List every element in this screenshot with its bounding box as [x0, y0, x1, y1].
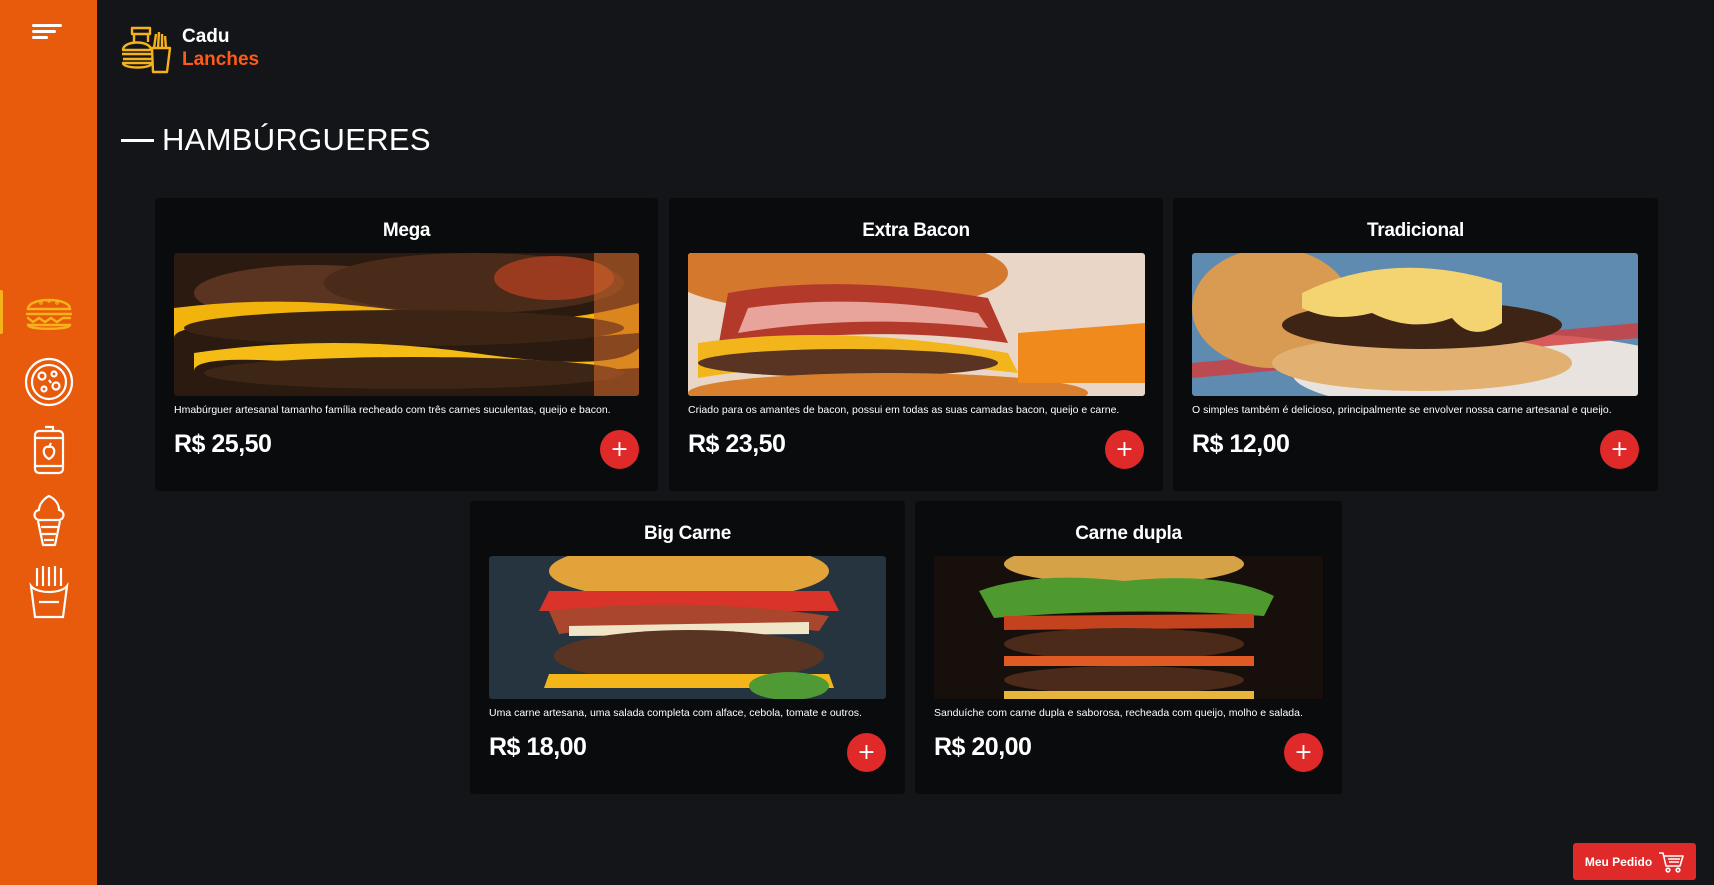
- burger-fries-logo-icon: [121, 26, 172, 74]
- sidebar-item-drinks[interactable]: [0, 421, 97, 481]
- fries-icon: [28, 566, 69, 619]
- product-price: R$ 25,50: [174, 430, 272, 458]
- heading-dash: [121, 138, 154, 142]
- product-image: [934, 556, 1323, 699]
- soda-can-icon: [33, 425, 64, 475]
- product-image: [688, 253, 1145, 396]
- page-title: HAMBÚRGUERES: [162, 122, 431, 157]
- sidebar-item-pizzas[interactable]: [0, 352, 97, 412]
- my-order-button[interactable]: Meu Pedido: [1573, 843, 1696, 880]
- product-description: O simples também é delicioso, principalm…: [1192, 404, 1612, 416]
- product-card-extra-bacon: Extra Bacon Criado para os amantes de ba…: [669, 198, 1163, 491]
- product-card-carne-dupla: Carne dupla Sanduíche com carne dupla e …: [915, 501, 1342, 794]
- product-image: [174, 253, 639, 396]
- product-description: Uma carne artesana, uma salada completa …: [489, 707, 862, 719]
- ice-cream-icon: [32, 494, 65, 547]
- product-price: R$ 18,00: [489, 733, 587, 761]
- product-title: Carne dupla: [1075, 523, 1182, 544]
- product-description: Criado para os amantes de bacon, possui …: [688, 404, 1120, 416]
- product-title: Tradicional: [1366, 220, 1464, 241]
- product-price: R$ 20,00: [934, 733, 1032, 761]
- cart-icon: [1659, 851, 1684, 873]
- sidebar-item-desserts[interactable]: [0, 491, 97, 551]
- menu-icon[interactable]: [30, 22, 66, 42]
- product-card-mega: Mega Hmabúrguer artesanal tamanho famíli…: [155, 198, 658, 491]
- product-card-tradicional: Tradicional O simples também é delicioso…: [1173, 198, 1658, 491]
- brand[interactable]: Cadu Lanches: [120, 22, 259, 74]
- my-order-label: Meu Pedido: [1584, 854, 1653, 869]
- add-to-cart-button[interactable]: +: [1600, 430, 1639, 469]
- product-price: R$ 12,00: [1192, 430, 1290, 458]
- product-title: Big Carne: [643, 523, 732, 544]
- product-image: [489, 556, 886, 699]
- sidebar-item-burgers[interactable]: [0, 282, 97, 342]
- burger-icon: [25, 298, 72, 330]
- product-title: Extra Bacon: [862, 220, 970, 241]
- add-to-cart-button[interactable]: +: [600, 430, 639, 469]
- add-to-cart-button[interactable]: +: [847, 733, 886, 772]
- sidebar-item-sides[interactable]: [0, 562, 97, 622]
- pizza-icon: [24, 357, 73, 407]
- product-image: [1192, 253, 1638, 396]
- brand-subname: Lanches: [182, 49, 260, 70]
- section-heading: HAMBÚRGUERES: [121, 122, 431, 158]
- product-price: R$ 23,50: [688, 430, 786, 458]
- product-card-big-carne: Big Carne Uma carne artesana, uma salada…: [470, 501, 905, 794]
- product-description: Sanduíche com carne dupla e saborosa, re…: [934, 707, 1303, 719]
- brand-name: Cadu: [182, 26, 230, 47]
- add-to-cart-button[interactable]: +: [1284, 733, 1323, 772]
- product-title: Mega: [382, 220, 431, 241]
- add-to-cart-button[interactable]: +: [1105, 430, 1144, 469]
- product-description: Hmabúrguer artesanal tamanho família rec…: [174, 404, 611, 416]
- sidebar: [0, 0, 97, 885]
